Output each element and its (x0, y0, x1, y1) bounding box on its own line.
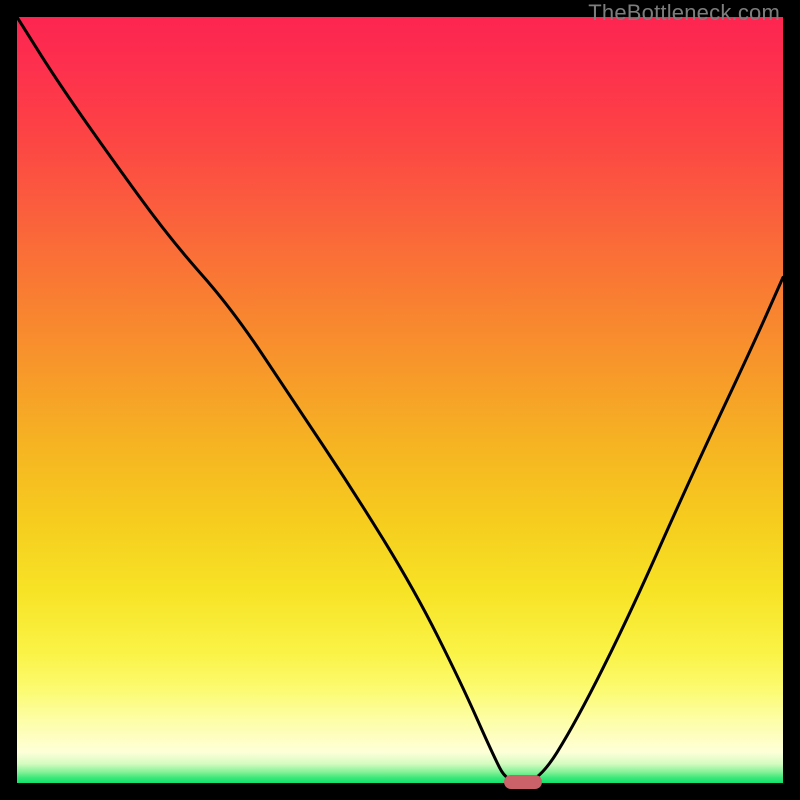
optimal-marker (504, 775, 542, 789)
chart-frame: TheBottleneck.com (0, 0, 800, 800)
bottleneck-curve (17, 17, 783, 783)
chart-plot-area (17, 17, 783, 783)
watermark-text: TheBottleneck.com (588, 0, 780, 26)
